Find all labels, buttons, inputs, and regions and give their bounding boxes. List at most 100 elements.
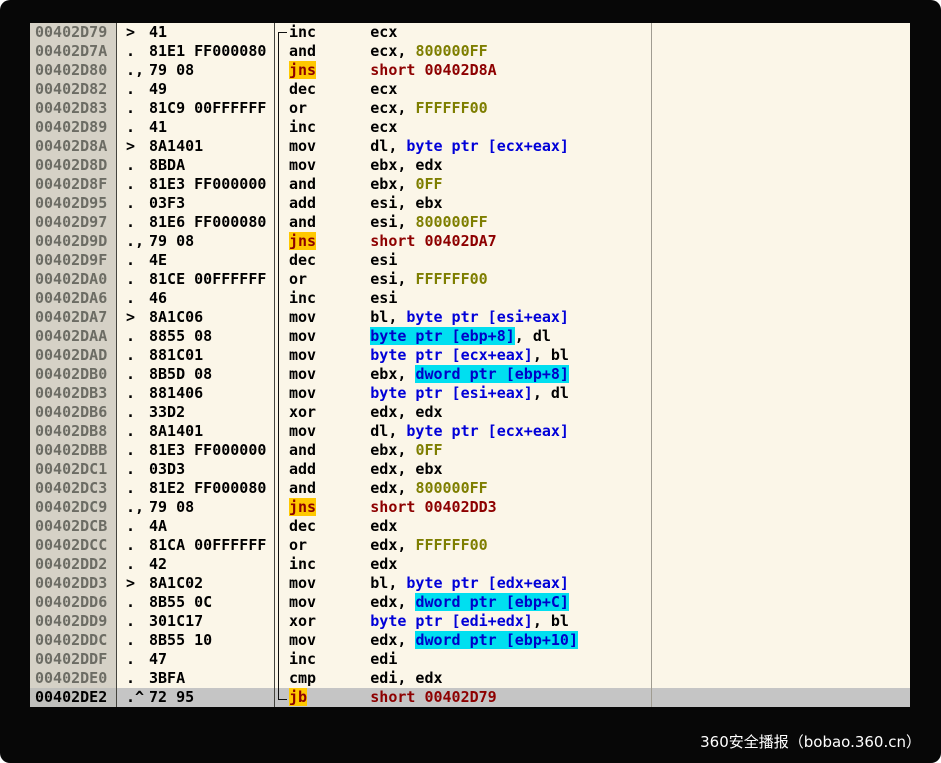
comment-cell	[652, 251, 910, 270]
instruction-cell: inc esi	[275, 289, 652, 308]
hex-dump-cell: 03D3	[147, 460, 275, 479]
flow-flag-cell: .	[117, 650, 147, 669]
disasm-row[interactable]: 00402D8D.8BDAmov ebx, edx	[30, 156, 910, 175]
hex-dump-cell: 4A	[147, 517, 275, 536]
instr-token: inc edx	[289, 555, 397, 573]
disasm-row[interactable]: 00402D7A.81E1 FF000080and ecx, 800000FF	[30, 42, 910, 61]
disasm-row[interactable]: 00402D9D.,79 08jns short 00402DA7	[30, 232, 910, 251]
address-cell: 00402DB8	[30, 422, 117, 441]
hex-dump-cell: 8A1C02	[147, 574, 275, 593]
instr-token: , bl	[533, 612, 569, 630]
instr-token: FFFFFF00	[415, 99, 487, 117]
instruction-cell: mov dl, byte ptr [ecx+eax]	[275, 137, 652, 156]
disasm-row[interactable]: 00402D9F.4Edec esi	[30, 251, 910, 270]
flow-flag-cell: .	[117, 80, 147, 99]
instruction-cell: mov byte ptr [esi+eax], dl	[275, 384, 652, 403]
comment-cell	[652, 346, 910, 365]
disasm-row[interactable]: 00402D89.41inc ecx	[30, 118, 910, 137]
instr-token: dec ecx	[289, 80, 397, 98]
hex-dump-cell: 81CA 00FFFFFF	[147, 536, 275, 555]
address-cell: 00402DCB	[30, 517, 117, 536]
instr-token: mov edx,	[289, 593, 415, 611]
disasm-row[interactable]: 00402DB6.33D2xor edx, edx	[30, 403, 910, 422]
comment-cell	[652, 232, 910, 251]
disasm-row[interactable]: 00402DB3.881406mov byte ptr [esi+eax], d…	[30, 384, 910, 403]
hex-dump-cell: 49	[147, 80, 275, 99]
flow-flag-cell: .	[117, 441, 147, 460]
instr-token: inc ecx	[289, 118, 397, 136]
disasm-row[interactable]: 00402DD3>8A1C02mov bl, byte ptr [edx+eax…	[30, 574, 910, 593]
instr-token: mov ebx,	[289, 365, 415, 383]
address-cell: 00402D8A	[30, 137, 117, 156]
flow-flag-cell: .	[117, 270, 147, 289]
window-frame: 00402D79>41inc ecx00402D7A.81E1 FF000080…	[0, 0, 941, 763]
disasm-row[interactable]: 00402D8F.81E3 FF000000and ebx, 0FF	[30, 175, 910, 194]
comment-cell	[652, 175, 910, 194]
disasm-row[interactable]: 00402DD2.42inc edx	[30, 555, 910, 574]
disasm-row[interactable]: 00402DDF.47inc edi	[30, 650, 910, 669]
disasm-row[interactable]: 00402DA0.81CE 00FFFFFFor esi, FFFFFF00	[30, 270, 910, 289]
disasm-row[interactable]: 00402D82.49dec ecx	[30, 80, 910, 99]
disasm-row[interactable]: 00402D97.81E6 FF000080and esi, 800000FF	[30, 213, 910, 232]
disasm-row[interactable]: 00402DE0.3BFAcmp edi, edx	[30, 669, 910, 688]
disasm-row[interactable]: 00402DC3.81E2 FF000080and edx, 800000FF	[30, 479, 910, 498]
comment-cell	[652, 213, 910, 232]
disasm-row[interactable]: 00402DA7>8A1C06mov bl, byte ptr [esi+eax…	[30, 308, 910, 327]
address-cell: 00402DA0	[30, 270, 117, 289]
disasm-row[interactable]: 00402DD9.301C17xor byte ptr [edi+edx], b…	[30, 612, 910, 631]
address-cell: 00402DDF	[30, 650, 117, 669]
instr-token: 800000FF	[415, 479, 487, 497]
comment-cell	[652, 118, 910, 137]
hex-dump-cell: 42	[147, 555, 275, 574]
comment-cell	[652, 517, 910, 536]
instr-token: short 00402DA7	[370, 232, 496, 250]
flow-flag-cell: >	[117, 137, 147, 156]
flow-flag-cell: .	[117, 213, 147, 232]
disasm-row[interactable]: 00402DB8.8A1401mov dl, byte ptr [ecx+eax…	[30, 422, 910, 441]
flow-flag-cell: .	[117, 669, 147, 688]
disasm-row[interactable]: 00402DC9.,79 08jns short 00402DD3	[30, 498, 910, 517]
address-cell: 00402D9F	[30, 251, 117, 270]
instr-token: inc esi	[289, 289, 397, 307]
disasm-row[interactable]: 00402DDC.8B55 10mov edx, dword ptr [ebp+…	[30, 631, 910, 650]
disasm-row[interactable]: 00402DD6.8B55 0Cmov edx, dword ptr [ebp+…	[30, 593, 910, 612]
disasm-row[interactable]: 00402DAD.881C01mov byte ptr [ecx+eax], b…	[30, 346, 910, 365]
instruction-cell: inc edi	[275, 650, 652, 669]
address-cell: 00402D97	[30, 213, 117, 232]
instruction-cell: and ebx, 0FF	[275, 175, 652, 194]
comment-cell	[652, 308, 910, 327]
disasm-row[interactable]: 00402DA6.46inc esi	[30, 289, 910, 308]
instr-token	[307, 688, 370, 706]
address-cell: 00402D7A	[30, 42, 117, 61]
hex-dump-cell: 8855 08	[147, 327, 275, 346]
disasm-row[interactable]: 00402DC1.03D3add edx, ebx	[30, 460, 910, 479]
hex-dump-cell: 8B5D 08	[147, 365, 275, 384]
comment-cell	[652, 536, 910, 555]
instr-token: , dl	[515, 327, 551, 345]
flow-flag-cell: .	[117, 612, 147, 631]
comment-cell	[652, 137, 910, 156]
hex-dump-cell: 46	[147, 289, 275, 308]
disasm-row[interactable]: 00402DE2.^72 95jb short 00402D79	[30, 688, 910, 707]
disasm-row[interactable]: 00402D79>41inc ecx	[30, 23, 910, 42]
instruction-cell: and ecx, 800000FF	[275, 42, 652, 61]
disasm-row[interactable]: 00402D83.81C9 00FFFFFFor ecx, FFFFFF00	[30, 99, 910, 118]
flow-flag-cell: .	[117, 327, 147, 346]
disasm-row[interactable]: 00402D8A>8A1401mov dl, byte ptr [ecx+eax…	[30, 137, 910, 156]
flow-flag-cell: .	[117, 517, 147, 536]
disasm-row[interactable]: 00402DCC.81CA 00FFFFFFor edx, FFFFFF00	[30, 536, 910, 555]
hex-dump-cell: 81E6 FF000080	[147, 213, 275, 232]
flow-flag-cell: .	[117, 251, 147, 270]
disasm-row[interactable]: 00402DBB.81E3 FF000000and ebx, 0FF	[30, 441, 910, 460]
disasm-row[interactable]: 00402D95.03F3add esi, ebx	[30, 194, 910, 213]
comment-cell	[652, 403, 910, 422]
disasm-row[interactable]: 00402DCB.4Adec edx	[30, 517, 910, 536]
address-cell: 00402D83	[30, 99, 117, 118]
disasm-row[interactable]: 00402D80.,79 08jns short 00402D8A	[30, 61, 910, 80]
flow-flag-cell: .	[117, 289, 147, 308]
comment-cell	[652, 479, 910, 498]
disasm-row[interactable]: 00402DB0.8B5D 08mov ebx, dword ptr [ebp+…	[30, 365, 910, 384]
disassembly-pane[interactable]: 00402D79>41inc ecx00402D7A.81E1 FF000080…	[30, 23, 910, 707]
disasm-row[interactable]: 00402DAA.8855 08mov byte ptr [ebp+8], dl	[30, 327, 910, 346]
address-cell: 00402DAA	[30, 327, 117, 346]
